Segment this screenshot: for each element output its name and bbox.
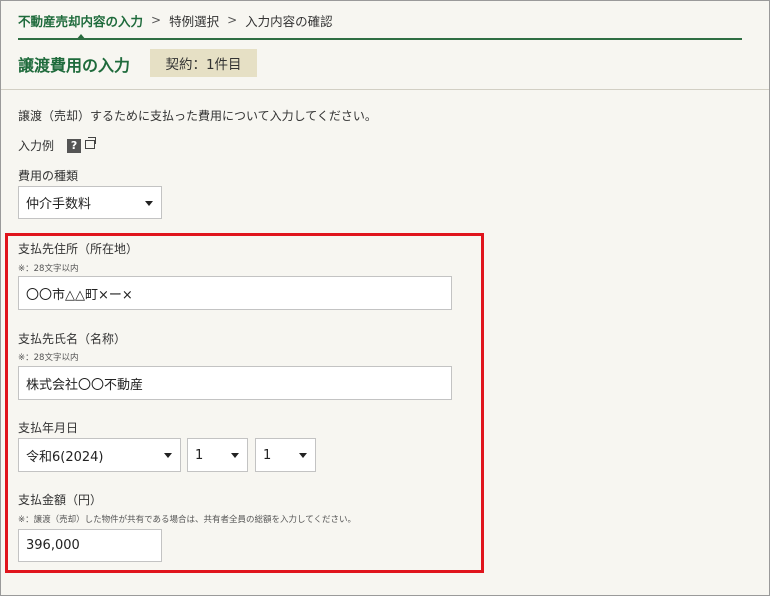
- expense-type-select[interactable]: 仲介手数料: [18, 186, 162, 219]
- header-divider: [1, 89, 769, 90]
- expense-type-value: 仲介手数料: [26, 197, 92, 212]
- breadcrumb-current-label: 不動産売却内容の入力: [18, 13, 144, 29]
- chevron-down-icon: [145, 200, 153, 206]
- payee-address-note: ※：28文字以内: [18, 264, 79, 274]
- payment-month-select[interactable]: 1: [187, 438, 248, 472]
- payee-address-value: 〇〇市△△町×ー×: [26, 287, 133, 303]
- breadcrumb-step-confirm: 入力内容の確認: [245, 13, 333, 29]
- input-example: 入力例 ?: [18, 137, 97, 154]
- payee-name-value: 株式会社〇〇不動産: [26, 377, 144, 393]
- input-example-label: 入力例: [18, 139, 55, 153]
- payment-date-label: 支払年月日: [18, 421, 79, 435]
- payee-name-label: 支払先氏名（名称）: [18, 332, 127, 346]
- payee-address-label: 支払先住所（所在地）: [18, 242, 139, 256]
- chevron-down-icon: [299, 453, 307, 458]
- expense-type-label: 費用の種類: [18, 169, 79, 183]
- payment-amount-note: ※：譲渡（売却）した物件が共有である場合は、共有者全員の総額を入力してください。: [18, 515, 357, 525]
- breadcrumb-current: 不動産売却内容の入力: [18, 11, 144, 40]
- breadcrumb-separator: >: [227, 13, 238, 27]
- chevron-down-icon: [164, 453, 172, 458]
- payment-era-year-value: 令和6(2024): [26, 449, 104, 465]
- payment-day-value: 1: [263, 447, 272, 463]
- payment-era-year-select[interactable]: 令和6(2024): [18, 438, 181, 472]
- contract-badge: 契約：1件目: [150, 49, 257, 77]
- chevron-down-icon: [231, 453, 239, 458]
- help-icon[interactable]: ?: [67, 138, 82, 153]
- breadcrumb: 不動産売却内容の入力 > 特例選択 > 入力内容の確認: [18, 11, 333, 40]
- breadcrumb-separator: >: [151, 13, 162, 27]
- payee-name-input[interactable]: 株式会社〇〇不動産: [18, 366, 452, 400]
- payment-day-select[interactable]: 1: [255, 438, 316, 472]
- page-title: 譲渡費用の入力: [18, 56, 131, 75]
- payment-amount-input[interactable]: 396,000: [18, 529, 162, 562]
- payee-name-note: ※：28文字以内: [18, 353, 79, 363]
- payment-amount-value: 396,000: [26, 538, 80, 553]
- new-window-icon[interactable]: [85, 137, 97, 149]
- payee-address-input[interactable]: 〇〇市△△町×ー×: [18, 276, 452, 310]
- intro-text: 譲渡（売却）するために支払った費用について入力してください。: [18, 109, 377, 123]
- payment-amount-label: 支払金額（円）: [18, 493, 103, 507]
- breadcrumb-step-special-selection: 特例選択: [169, 13, 220, 29]
- payment-month-value: 1: [195, 447, 204, 463]
- breadcrumb-rule: [18, 38, 742, 40]
